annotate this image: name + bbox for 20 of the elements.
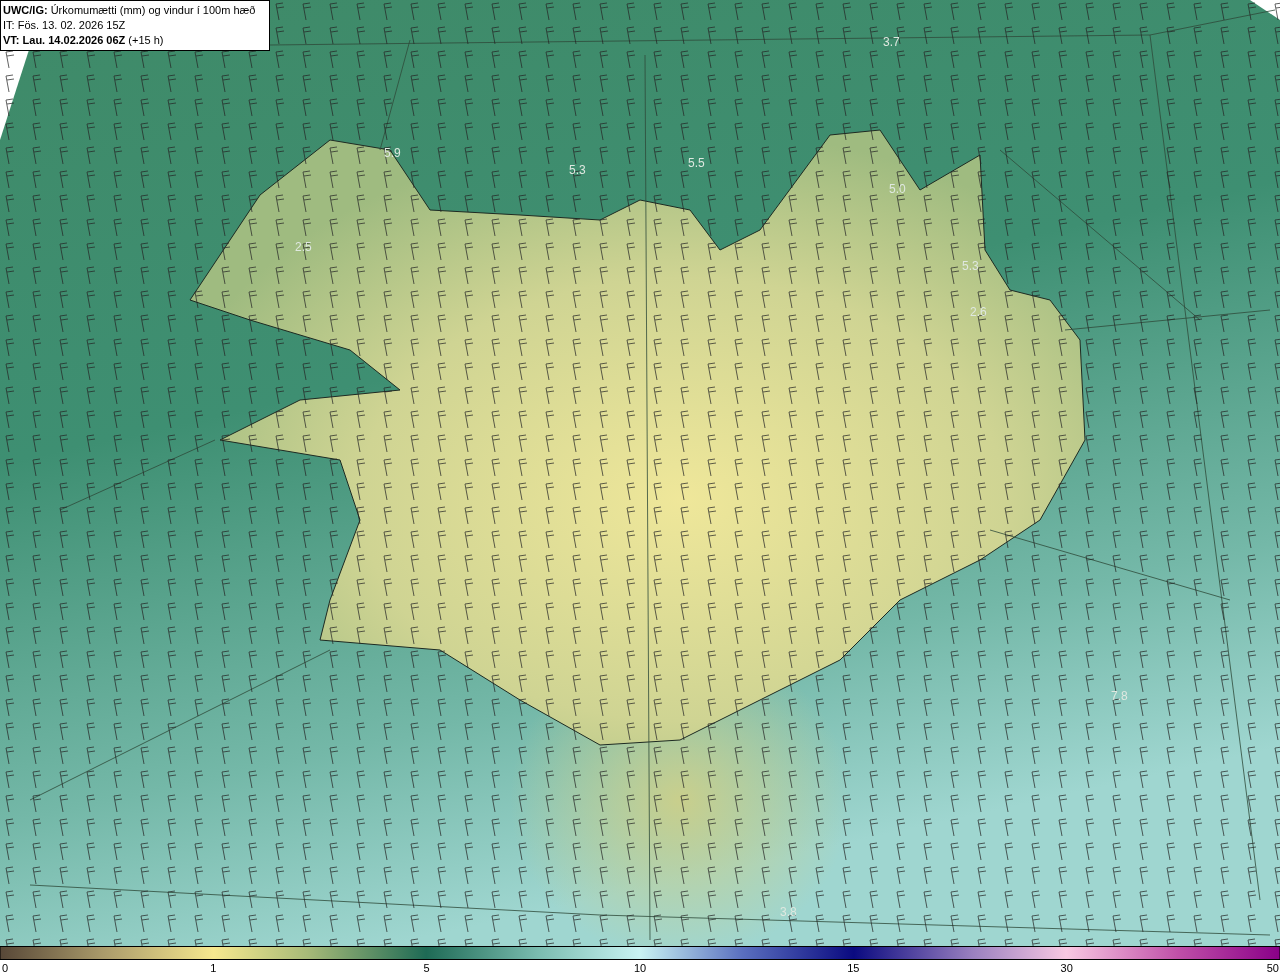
map-value-label: 5.3 (962, 259, 979, 273)
map-value-label: 3.8 (780, 905, 797, 919)
scale-tick-label: 5 (423, 962, 430, 975)
map-value-label: 7.8 (1111, 689, 1128, 703)
scale-tick-label: 1 (210, 962, 217, 975)
scale-tick-label: 10 (633, 962, 647, 975)
map-value-label: 5.9 (384, 146, 401, 160)
map-title: UWC/IG: Úrkomumætti (mm) og vindur í 100m hæð (3, 3, 257, 18)
map-value-label: 5.0 (889, 182, 906, 196)
map-value-label: 5.3 (569, 163, 586, 177)
map-value-label: 2.5 (295, 240, 312, 254)
map-value-label: 2.6 (970, 305, 987, 319)
scale-tick-label: 0 (2, 962, 9, 975)
map-value-label: 3.7 (883, 35, 900, 49)
valid-time: VT: Lau. 14.02.2026 06Z (+15 h) (3, 33, 165, 48)
issue-time: IT: Fös. 13. 02. 2026 15Z (3, 18, 127, 33)
map-value-label: 5.5 (688, 156, 705, 170)
scale-tick-label: 30 (1060, 962, 1073, 975)
scale-tick-label: 15 (847, 962, 860, 975)
scale-tick-label: 50 (1266, 962, 1279, 975)
